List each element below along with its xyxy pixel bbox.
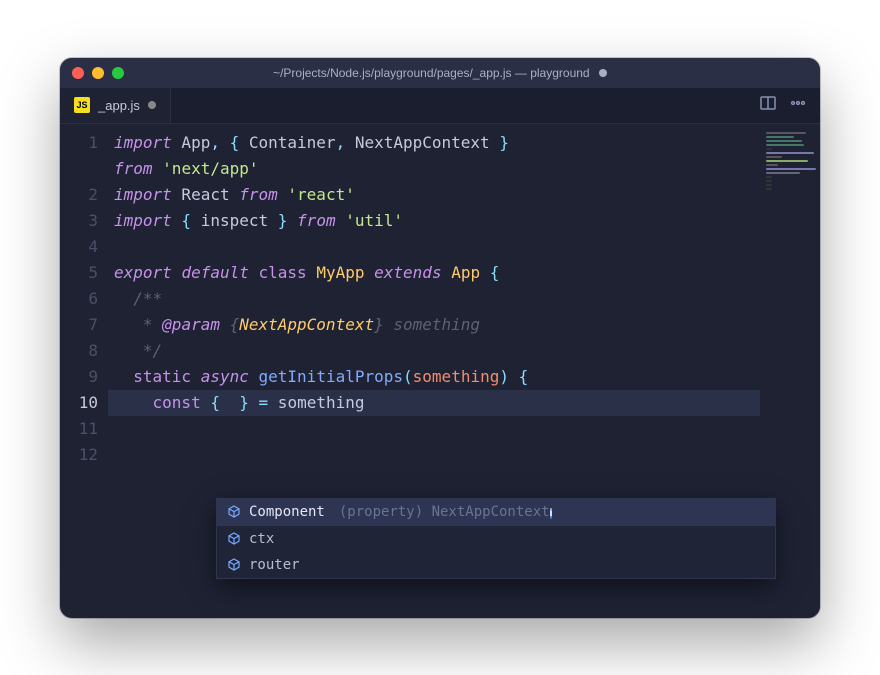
line-gutter: 123456789101112 — [60, 124, 108, 618]
autocomplete-label: router — [249, 557, 300, 573]
minimap-line — [766, 160, 808, 162]
property-icon — [227, 532, 241, 546]
minimap-line — [766, 168, 816, 170]
autocomplete-item[interactable]: Component (property) NextAppContexti — [217, 499, 775, 526]
line-number: 10 — [60, 390, 98, 416]
minimap-line — [766, 164, 778, 166]
property-icon — [227, 558, 241, 572]
autocomplete-detail: (property) NextAppContexti — [339, 504, 765, 521]
line-number: 6 — [60, 286, 98, 312]
line-number: 5 — [60, 260, 98, 286]
minimap-line — [766, 172, 800, 174]
tabbar-spacer — [171, 88, 746, 123]
autocomplete-popup[interactable]: Component (property) NextAppContexti ctx ro… — [216, 498, 776, 579]
js-file-icon: JS — [74, 97, 90, 113]
minimap-line — [766, 176, 772, 178]
code-line[interactable]: static async getInitialProps(something) … — [108, 364, 760, 390]
window-title-text: ~/Projects/Node.js/playground/pages/_app… — [273, 66, 590, 80]
minimap-line — [766, 184, 772, 186]
autocomplete-item[interactable]: ctx — [217, 526, 775, 552]
line-number: 9 — [60, 364, 98, 390]
code-line[interactable]: export default class MyApp extends App { — [108, 260, 760, 286]
tab-filename: _app.js — [98, 98, 140, 113]
minimize-icon[interactable] — [92, 67, 104, 79]
line-number — [60, 156, 98, 182]
autocomplete-item[interactable]: router — [217, 552, 775, 578]
property-icon — [227, 505, 241, 519]
autocomplete-label: Component — [249, 504, 325, 520]
split-editor-icon[interactable] — [760, 95, 776, 115]
code-line[interactable]: import { inspect } from 'util' — [108, 208, 760, 234]
modified-dot-icon — [599, 69, 607, 77]
minimap-line — [766, 132, 806, 134]
tabbar-actions — [746, 88, 820, 123]
line-number: 12 — [60, 442, 98, 468]
line-number: 11 — [60, 416, 98, 442]
window-title: ~/Projects/Node.js/playground/pages/_app… — [60, 66, 820, 80]
code-line[interactable]: /** — [108, 286, 760, 312]
code-line[interactable] — [108, 234, 760, 260]
zoom-icon[interactable] — [112, 67, 124, 79]
code-line[interactable] — [108, 416, 760, 442]
titlebar[interactable]: ~/Projects/Node.js/playground/pages/_app… — [60, 58, 820, 88]
code-line[interactable]: const { } = something — [108, 390, 760, 416]
minimap-line — [766, 144, 804, 146]
editor-window: ~/Projects/Node.js/playground/pages/_app… — [60, 58, 820, 618]
tab-bar: JS _app.js — [60, 88, 820, 124]
minimap-line — [766, 188, 772, 190]
code-line[interactable]: * @param {NextAppContext} something — [108, 312, 760, 338]
tab-modified-dot-icon — [148, 101, 156, 109]
line-number: 7 — [60, 312, 98, 338]
traffic-lights — [72, 67, 124, 79]
minimap-line — [766, 180, 772, 182]
code-line[interactable]: import App, { Container, NextAppContext … — [108, 130, 760, 156]
line-number: 8 — [60, 338, 98, 364]
minimap-line — [766, 136, 794, 138]
info-icon[interactable]: i — [550, 508, 553, 519]
code-line[interactable]: from 'next/app' — [108, 156, 760, 182]
code-line[interactable]: */ — [108, 338, 760, 364]
minimap-line — [766, 148, 772, 150]
minimap-line — [766, 140, 802, 142]
close-icon[interactable] — [72, 67, 84, 79]
minimap-line — [766, 156, 782, 158]
autocomplete-label: ctx — [249, 531, 274, 547]
code-line[interactable]: import React from 'react' — [108, 182, 760, 208]
line-number: 4 — [60, 234, 98, 260]
line-number: 3 — [60, 208, 98, 234]
tab-app-js[interactable]: JS _app.js — [60, 88, 171, 123]
minimap-line — [766, 152, 814, 154]
more-actions-icon[interactable] — [790, 95, 806, 115]
line-number: 1 — [60, 130, 98, 156]
line-number: 2 — [60, 182, 98, 208]
code-line[interactable] — [108, 442, 760, 468]
